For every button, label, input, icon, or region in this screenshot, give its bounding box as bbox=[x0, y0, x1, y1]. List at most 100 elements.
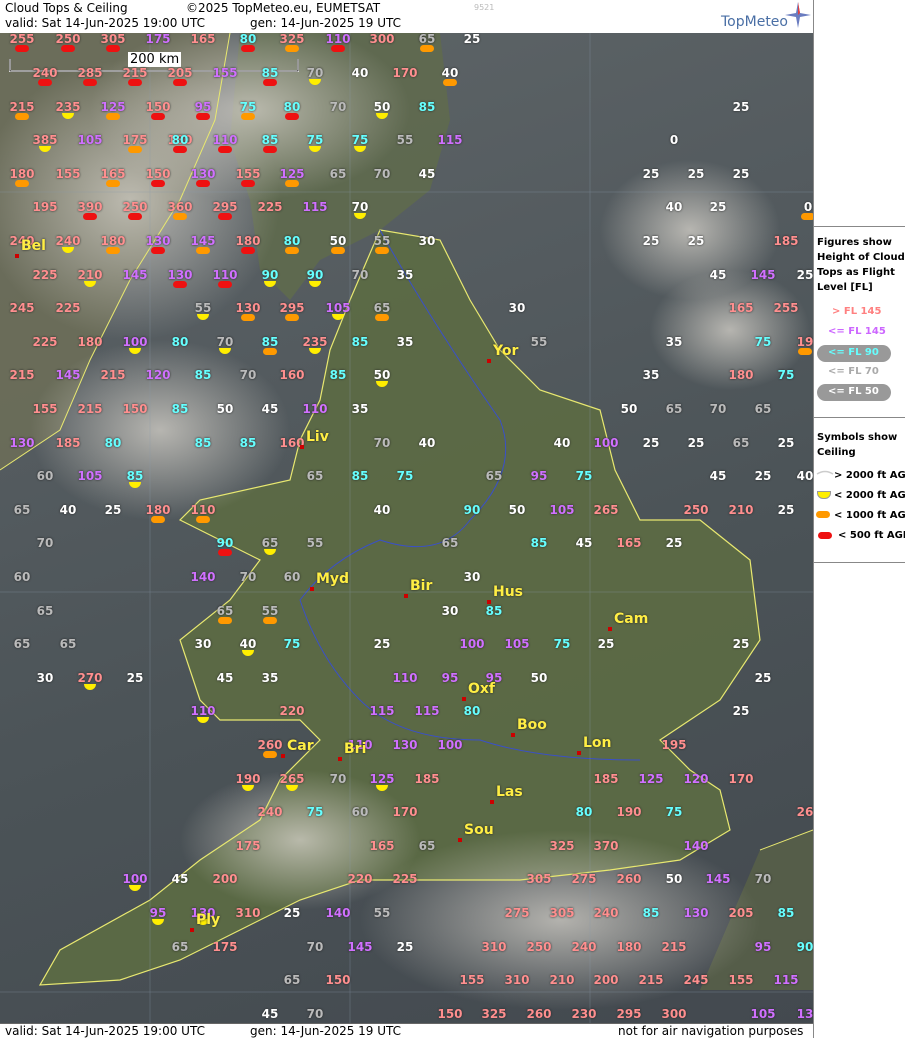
tops-legend-le145: <= FL 145 bbox=[828, 326, 886, 337]
cloud-top-label: 75 bbox=[754, 335, 772, 349]
cloud-top-label: 25 bbox=[732, 100, 750, 114]
cloud-top-label: 105 bbox=[750, 1007, 776, 1021]
ceiling-symbol bbox=[285, 45, 299, 52]
city-dot bbox=[487, 359, 491, 363]
cloud-top-label: 155 bbox=[32, 402, 58, 416]
cloud-top-label: 25 bbox=[754, 671, 772, 685]
cloud-top-label: 25 bbox=[796, 268, 813, 282]
generated-time: gen: 14-Jun-2025 19 UTC bbox=[250, 16, 402, 30]
cloud-top-label: 40 bbox=[665, 200, 683, 214]
cloud-top-label: 95 bbox=[149, 906, 167, 920]
ceiling-symbol bbox=[83, 213, 97, 220]
cloud-top-label: 130 bbox=[145, 234, 171, 248]
cloud-top-label: 115 bbox=[302, 200, 328, 214]
cloud-top-label: 210 bbox=[549, 973, 575, 987]
cloud-top-label: 85 bbox=[777, 906, 795, 920]
cloud-top-label: 145 bbox=[750, 268, 776, 282]
tops-legend-gt145: > FL 145 bbox=[832, 306, 882, 317]
cloud-top-label: 70 bbox=[239, 570, 257, 584]
cloud-top-label: 95 bbox=[194, 100, 212, 114]
ceiling-symbol bbox=[285, 314, 299, 321]
cloud-top-label: 215 bbox=[77, 402, 103, 416]
ceiling-symbol bbox=[106, 45, 120, 52]
cloud-top-label: 250 bbox=[55, 33, 81, 46]
ceiling-symbol bbox=[241, 247, 255, 254]
cloud-top-label: 25 bbox=[732, 167, 750, 181]
cloud-top-label: 65 bbox=[13, 503, 31, 517]
cloud-top-label: 225 bbox=[32, 335, 58, 349]
cloud-top-label: 50 bbox=[665, 872, 683, 886]
cloud-top-label: 50 bbox=[373, 368, 391, 382]
cloud-top-label: 70 bbox=[36, 536, 54, 550]
cloud-top-label: 25 bbox=[777, 503, 795, 517]
ceiling-symbol bbox=[38, 79, 52, 86]
cloud-top-label: 25 bbox=[642, 234, 660, 248]
cloud-top-label: 215 bbox=[9, 368, 35, 382]
cloud-top-label: 110 bbox=[302, 402, 328, 416]
cloud-top-label: 75 bbox=[575, 469, 593, 483]
city-dot bbox=[300, 445, 304, 449]
cloud-top-label: 40 bbox=[418, 436, 436, 450]
cloud-top-label: 265 bbox=[593, 503, 619, 517]
cloud-top-label: 55 bbox=[306, 536, 324, 550]
cloud-top-label: 260 bbox=[257, 738, 283, 752]
cloud-top-label: 85 bbox=[418, 100, 436, 114]
cloud-top-label: 130 bbox=[190, 167, 216, 181]
valid-time: valid: Sat 14-Jun-2025 19:00 UTC bbox=[5, 16, 205, 30]
city-label: Sou bbox=[464, 822, 494, 838]
cloud-top-label: 105 bbox=[325, 301, 351, 315]
footer-generated-time: gen: 14-Jun-2025 19 UTC bbox=[250, 1024, 402, 1038]
cloud-top-label: 275 bbox=[571, 872, 597, 886]
cloud-top-label: 70 bbox=[239, 368, 257, 382]
cloud-top-label: 85 bbox=[194, 436, 212, 450]
satellite-map[interactable]: 200 km 255 250 305 175 165 80 325 110 300 65 25 240… bbox=[0, 33, 813, 1023]
cloud-top-label: 26 bbox=[796, 805, 813, 819]
cloud-top-label: 150 bbox=[145, 167, 171, 181]
ceiling-symbol bbox=[173, 79, 187, 86]
cloud-top-label: 170 bbox=[392, 805, 418, 819]
scale-bar-label: 200 km bbox=[128, 52, 182, 67]
ceiling-title-2: Ceiling bbox=[817, 447, 856, 458]
cloud-top-label: 110 bbox=[212, 268, 238, 282]
cloud-top-label: 185 bbox=[414, 772, 440, 786]
cloud-top-label: 50 bbox=[373, 100, 391, 114]
cloud-top-label: 85 bbox=[351, 469, 369, 483]
tops-title-2: Height of Cloud bbox=[817, 252, 905, 263]
cloud-top-label: 40 bbox=[441, 66, 459, 80]
cloud-top-label: 19 bbox=[796, 335, 813, 349]
ceiling-symbol bbox=[241, 180, 255, 187]
cloud-top-label: 310 bbox=[504, 973, 530, 987]
ceiling-symbol bbox=[128, 213, 142, 220]
cloud-top-label: 60 bbox=[351, 805, 369, 819]
cloud-top-label: 155 bbox=[55, 167, 81, 181]
cloud-top-label: 75 bbox=[306, 805, 324, 819]
ceiling-symbol bbox=[106, 180, 120, 187]
cloud-top-label: 275 bbox=[504, 906, 530, 920]
cloud-top-label: 165 bbox=[369, 839, 395, 853]
cloud-top-label: 205 bbox=[167, 66, 193, 80]
city-dot bbox=[608, 627, 612, 631]
ceiling-legend-lt2000: < 2000 ft AGL bbox=[834, 490, 905, 501]
cloud-top-label: 155 bbox=[212, 66, 238, 80]
cloud-top-label: 80 bbox=[575, 805, 593, 819]
cloud-top-label: 70 bbox=[306, 940, 324, 954]
ceiling-symbol bbox=[196, 180, 210, 187]
cloud-top-label: 215 bbox=[661, 940, 687, 954]
cloud-top-label: 85 bbox=[530, 536, 548, 550]
cloud-top-label: 25 bbox=[687, 436, 705, 450]
cloud-top-label: 0 bbox=[803, 200, 813, 214]
city-label: Bri bbox=[344, 741, 367, 757]
cloud-top-label: 45 bbox=[261, 1007, 279, 1021]
cloud-top-label: 55 bbox=[530, 335, 548, 349]
ceiling-symbol bbox=[15, 180, 29, 187]
tops-title-1: Figures show bbox=[817, 237, 892, 248]
ceiling-symbol bbox=[151, 180, 165, 187]
ceiling-symbol bbox=[151, 113, 165, 120]
ceiling-symbol bbox=[285, 180, 299, 187]
cloud-top-label: 85 bbox=[329, 368, 347, 382]
ceiling-symbol bbox=[801, 213, 813, 220]
cloud-top-label: 75 bbox=[777, 368, 795, 382]
tops-title-4: Level [FL] bbox=[817, 282, 873, 293]
ceiling-symbol bbox=[263, 348, 277, 355]
cloud-top-label: 25 bbox=[687, 234, 705, 248]
